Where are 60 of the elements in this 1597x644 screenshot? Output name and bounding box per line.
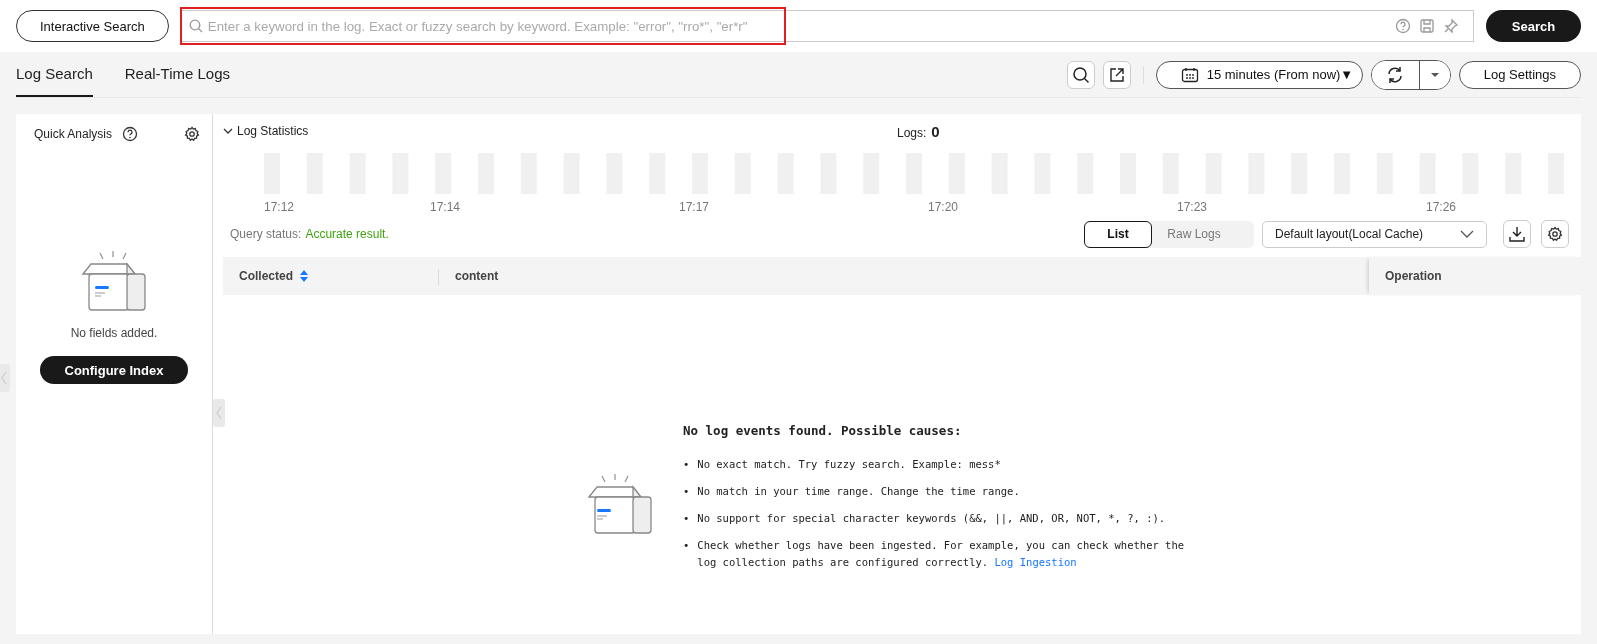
tab[interactable]: Real-Time Logs xyxy=(124,52,231,97)
chevron-left-icon xyxy=(216,406,222,420)
cause-text: Check whether logs have been ingested. For example, you can check whether the log collection paths are configured correctly. Log Ingestion xyxy=(697,538,1186,570)
search-icon xyxy=(188,19,203,33)
axis-label: 17:23 xyxy=(1177,200,1208,214)
configure-index-button[interactable]: Configure Index xyxy=(39,356,189,384)
axis-label: 17:14 xyxy=(430,200,461,214)
caret-down-icon xyxy=(1429,71,1440,78)
layout-select[interactable]: Default layout(Local Cache) xyxy=(1262,220,1487,248)
search-button[interactable] xyxy=(1066,60,1095,89)
statistics-toggle[interactable]: Log Statistics xyxy=(223,124,897,138)
calendar-icon xyxy=(1180,66,1199,83)
chevron-left-icon xyxy=(1,371,7,385)
settings-icon[interactable] xyxy=(184,126,200,142)
download-icon xyxy=(1509,226,1525,242)
column-header: Operation xyxy=(1385,269,1442,283)
search-icon xyxy=(1071,65,1090,84)
axis-label: 17:26 xyxy=(1426,200,1457,214)
open-external-button[interactable] xyxy=(1102,60,1131,89)
settings-button[interactable] xyxy=(1541,220,1569,248)
axis-label: 17:20 xyxy=(928,200,959,214)
settings-icon xyxy=(1547,226,1563,242)
empty-message: No fields added. xyxy=(70,326,158,340)
refresh-button[interactable] xyxy=(1371,60,1420,89)
interactive-search-button[interactable]: Interactive Search xyxy=(16,10,169,42)
log-settings-button[interactable]: Log Settings xyxy=(1458,60,1581,89)
search-button[interactable]: Search xyxy=(1486,10,1581,42)
bullet: • xyxy=(683,538,690,553)
search-field[interactable]: Enter a keyword in the log. Exact or fuzzy search by keyword. Example: "error", "rro*", "er*r" xyxy=(179,7,786,45)
collapse-handle[interactable] xyxy=(213,399,225,427)
chevron-down-icon xyxy=(1460,230,1474,238)
log-ingestion-link[interactable]: Log Ingestion xyxy=(994,556,1077,568)
view-tab[interactable]: List xyxy=(1084,220,1152,248)
help-icon[interactable] xyxy=(122,126,139,142)
cause-text: No exact match. Try fuzzy search. Example: mess* xyxy=(697,457,1002,472)
view-tab[interactable]: Raw Logs xyxy=(1152,220,1236,248)
collapse-handle[interactable] xyxy=(0,364,10,392)
query-status-label: Query status: xyxy=(230,227,302,241)
external-link-icon xyxy=(1108,66,1125,83)
save-icon[interactable] xyxy=(1419,18,1435,34)
logs-count: 0 xyxy=(931,122,940,140)
axis-label: 17:12 xyxy=(264,200,295,214)
time-range-button[interactable]: 15 minutes (From now)▼ xyxy=(1155,60,1363,89)
bullet: • xyxy=(683,484,690,499)
pin-icon[interactable] xyxy=(1443,18,1459,34)
cause-text: No match in your time range. Change the time range. xyxy=(697,484,1021,499)
bullet: • xyxy=(683,511,690,526)
tab[interactable]: Log Search xyxy=(16,52,93,97)
panel-title: Quick Analysis xyxy=(34,127,113,141)
column-header: Collected xyxy=(239,269,293,283)
bullet: • xyxy=(683,457,690,472)
logs-label: Logs: xyxy=(897,125,927,140)
empty-title: No log events found. Possible causes: xyxy=(683,423,963,438)
query-status-value: Accurate result. xyxy=(305,227,389,241)
sort-icon[interactable] xyxy=(299,269,309,283)
cause-text: No support for special character keywords (&&, ||, AND, OR, NOT, *, ?, :). xyxy=(697,511,1167,527)
refresh-icon xyxy=(1386,65,1405,84)
download-button[interactable] xyxy=(1503,220,1531,248)
column-header: content xyxy=(455,269,499,283)
axis-label: 17:17 xyxy=(679,200,710,214)
